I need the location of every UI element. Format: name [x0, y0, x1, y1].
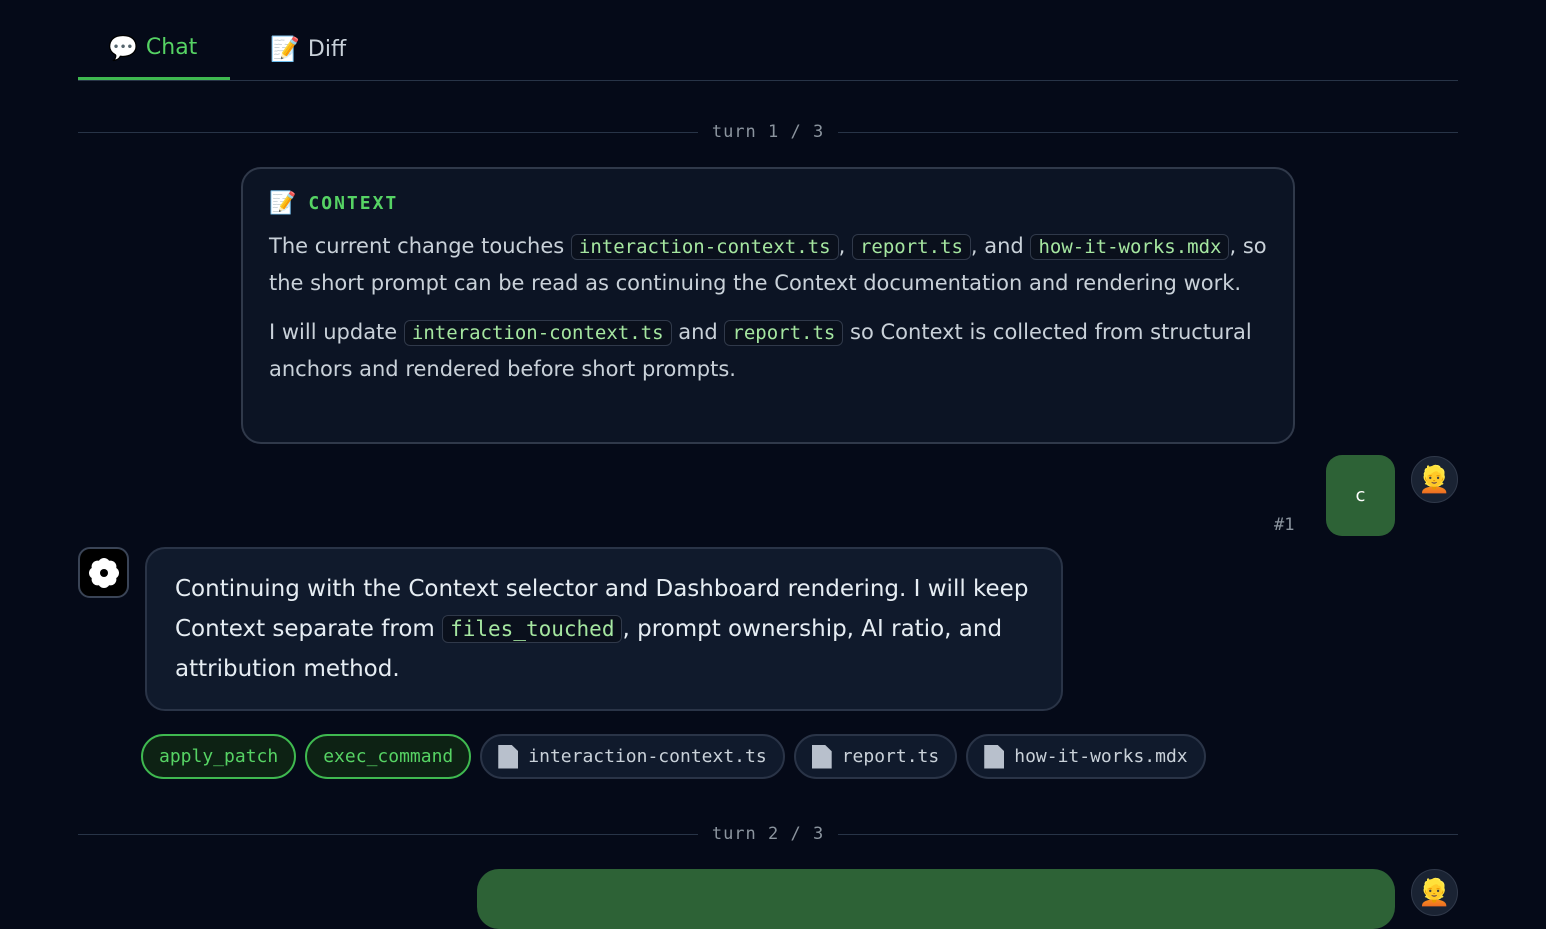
- file-icon: [984, 744, 1005, 769]
- file-chip[interactable]: report.ts: [793, 734, 958, 779]
- flower-icon: [88, 557, 119, 588]
- user-avatar-icon: 👱: [1418, 464, 1451, 495]
- file-code: report.ts: [724, 320, 844, 346]
- divider: [78, 833, 698, 835]
- turn-separator: turn 2 / 3: [78, 824, 1459, 844]
- tab-chat[interactable]: 💬 Chat: [78, 18, 230, 80]
- context-paragraph: The current change touches interaction-c…: [269, 228, 1267, 301]
- user-message-bubble: c: [1326, 455, 1395, 536]
- context-paragraph: I will update interaction-context.ts and…: [269, 314, 1267, 387]
- text-span: ,: [838, 234, 852, 258]
- divider: [838, 833, 1459, 835]
- file-chip[interactable]: interaction-context.ts: [480, 734, 785, 779]
- file-chip-label: report.ts: [841, 746, 940, 767]
- tool-chip-apply-patch[interactable]: apply_patch: [141, 734, 297, 779]
- memo-icon: 📝: [269, 191, 297, 216]
- memo-icon: 📝: [270, 35, 300, 63]
- tab-diff[interactable]: 📝 Diff: [260, 18, 356, 80]
- user-message-bubble: [477, 869, 1395, 929]
- file-chip[interactable]: how-it-works.mdx: [966, 734, 1206, 779]
- file-icon: [498, 744, 519, 769]
- text-span: I will update: [269, 320, 404, 344]
- assistant-message-bubble: Continuing with the Context selector and…: [145, 547, 1063, 711]
- file-code: how-it-works.mdx: [1030, 234, 1230, 260]
- user-avatar-icon: 👱: [1418, 877, 1451, 908]
- code-inline: files_touched: [442, 615, 623, 643]
- file-icon: [811, 744, 832, 769]
- context-card: 📝 CONTEXT The current change touches int…: [241, 167, 1295, 444]
- text-span: and: [671, 320, 725, 344]
- file-chip-label: how-it-works.mdx: [1014, 746, 1188, 767]
- tab-diff-label: Diff: [307, 36, 347, 62]
- tool-chip-label: apply_patch: [159, 746, 279, 767]
- turn-label: turn 2 / 3: [711, 824, 825, 844]
- message-index: #1: [1274, 515, 1295, 535]
- avatar: 👱: [1411, 456, 1458, 503]
- context-title: CONTEXT: [308, 193, 399, 214]
- avatar: 👱: [1411, 869, 1458, 916]
- text-span: The current change touches: [269, 234, 571, 258]
- turn-separator: turn 1 / 3: [78, 122, 1459, 142]
- assistant-avatar: [78, 547, 129, 598]
- tool-chip-exec-command[interactable]: exec_command: [305, 734, 472, 779]
- file-code: interaction-context.ts: [403, 320, 672, 346]
- tool-chips: apply_patch exec_command interaction-con…: [141, 734, 1206, 779]
- file-chip-label: interaction-context.ts: [528, 746, 767, 767]
- user-message-text: c: [1355, 485, 1366, 506]
- file-code: report.ts: [851, 234, 971, 260]
- tool-chip-label: exec_command: [323, 746, 454, 767]
- divider: [838, 131, 1459, 133]
- file-code: interaction-context.ts: [570, 234, 839, 260]
- divider: [78, 131, 698, 133]
- turn-label: turn 1 / 3: [711, 122, 825, 142]
- context-header: 📝 CONTEXT: [269, 191, 1267, 216]
- assistant-message-text: Continuing with the Context selector and…: [175, 569, 1033, 689]
- tab-chat-label: Chat: [145, 35, 198, 60]
- tab-bar: 💬 Chat 📝 Diff: [78, 18, 1458, 81]
- speech-bubble-icon: 💬: [108, 33, 138, 62]
- text-span: , and: [970, 234, 1031, 258]
